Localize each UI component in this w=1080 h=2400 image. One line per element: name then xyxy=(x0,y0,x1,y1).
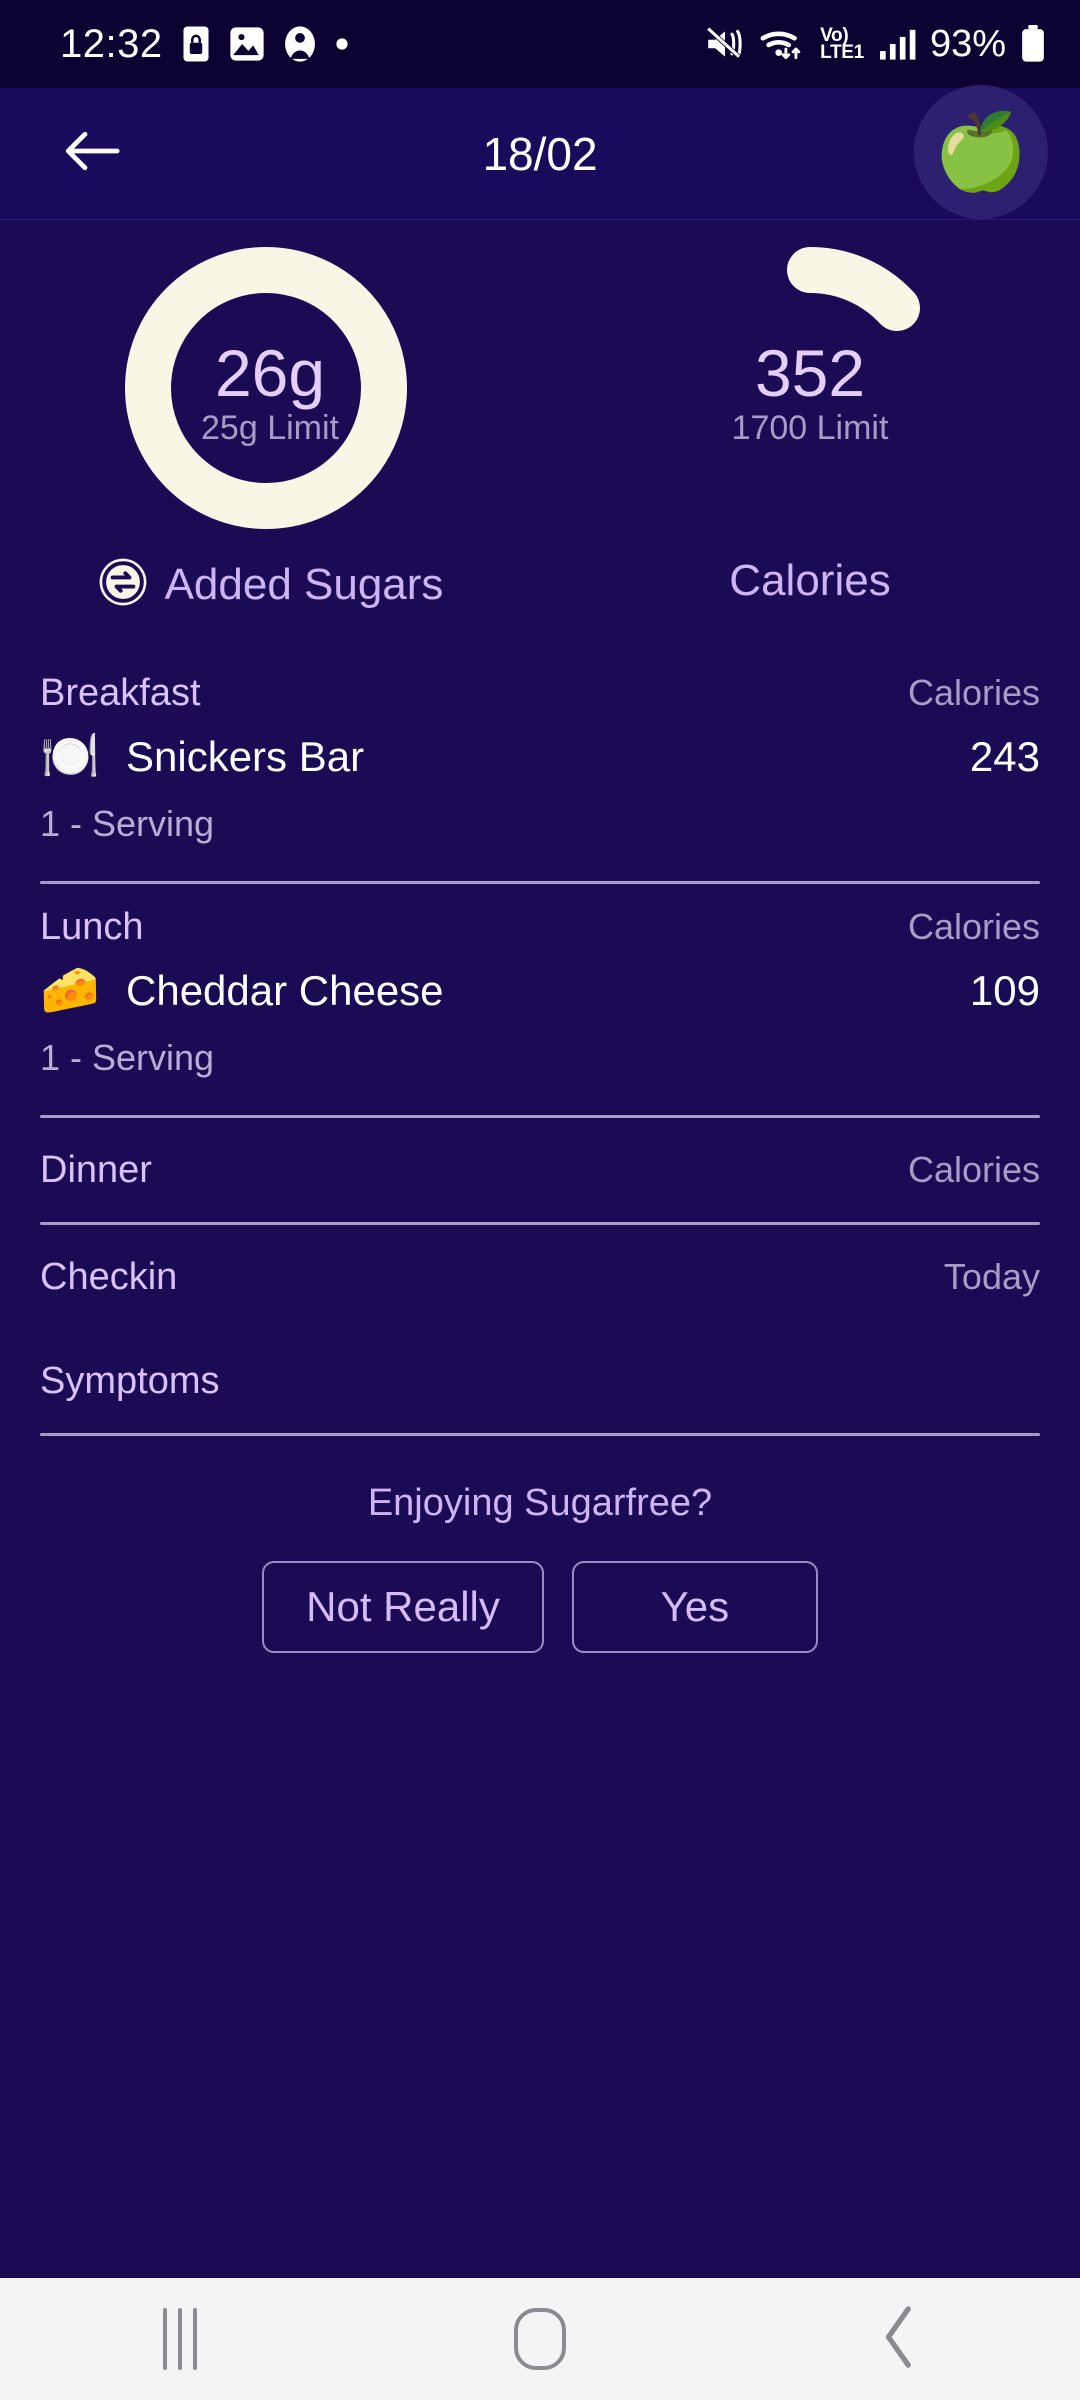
meal-name: Breakfast xyxy=(40,672,201,715)
ring-limit: 1700 Limit xyxy=(732,410,889,447)
app-header: 18/02 🍏 xyxy=(0,88,1080,220)
ring-calories[interactable]: 352 1700 Limit Calories xyxy=(540,220,1080,650)
nav-home-button[interactable] xyxy=(450,2289,630,2389)
ring-added-sugars[interactable]: 26g 25g Limit Added Sugars xyxy=(0,220,540,650)
avatar[interactable]: 🍏 xyxy=(914,85,1048,219)
volte-icon: Vo) LTE1 xyxy=(820,27,864,62)
row-label: Symptoms xyxy=(40,1360,219,1403)
ring-value: 352 xyxy=(755,339,865,408)
nav-back-button[interactable] xyxy=(810,2289,990,2389)
app-root: 12:32 xyxy=(0,0,1080,2400)
food-item-row[interactable]: 🧀 Cheddar Cheese 109 xyxy=(40,967,1040,1015)
feedback-positive-button[interactable]: Yes xyxy=(572,1561,818,1653)
meal-name: Lunch xyxy=(40,906,144,949)
image-icon xyxy=(229,26,265,62)
ring-added-sugars-center: 26g 25g Limit xyxy=(100,238,440,548)
wifi-icon xyxy=(760,26,806,62)
back-button[interactable] xyxy=(50,112,134,196)
feedback-question: Enjoying Sugarfree? xyxy=(40,1482,1040,1525)
nav-recents-button[interactable] xyxy=(90,2289,270,2389)
status-clock: 12:32 xyxy=(60,22,163,67)
mute-icon xyxy=(704,27,746,61)
status-bar-left: 12:32 xyxy=(60,22,349,67)
account-icon xyxy=(283,25,317,63)
meal-header: Breakfast Calories xyxy=(40,672,1040,715)
android-nav-bar xyxy=(0,2278,1080,2400)
calories-header: Calories xyxy=(908,906,1040,948)
calories-header: Calories xyxy=(908,1149,1040,1191)
apple-emoji-icon: 🍏 xyxy=(934,114,1029,190)
meal-name: Dinner xyxy=(40,1149,152,1192)
meal-list: Breakfast Calories 🍽️ Snickers Bar 243 1… xyxy=(0,650,1080,2278)
ring-value: 26g xyxy=(215,339,325,408)
meal-section-lunch[interactable]: Lunch Calories 🧀 Cheddar Cheese 109 1 - … xyxy=(40,884,1040,1118)
food-serving: 1 - Serving xyxy=(40,803,1040,845)
food-calories: 243 xyxy=(970,733,1040,781)
battery-percent: 93% xyxy=(930,23,1006,66)
feedback-prompt: Enjoying Sugarfree? Not Really Yes xyxy=(40,1482,1040,1653)
status-bar-right: Vo) LTE1 93% xyxy=(704,23,1046,66)
ring-label: Calories xyxy=(729,556,890,606)
row-checkin[interactable]: Checkin Today xyxy=(40,1225,1040,1329)
ring-limit: 25g Limit xyxy=(201,410,339,447)
battery-icon xyxy=(1020,25,1046,63)
row-value: Today xyxy=(944,1256,1040,1298)
ring-calories-center: 352 1700 Limit xyxy=(640,238,980,548)
meal-section-breakfast[interactable]: Breakfast Calories 🍽️ Snickers Bar 243 1… xyxy=(40,650,1040,884)
phone-lock-icon xyxy=(181,25,211,63)
recents-icon xyxy=(163,2308,197,2370)
ring-calories-label-row: Calories xyxy=(729,556,890,606)
back-arrow-icon xyxy=(64,128,120,179)
back-chevron-icon xyxy=(880,2304,920,2375)
row-symptoms[interactable]: Symptoms xyxy=(40,1329,1040,1433)
calories-header: Calories xyxy=(908,672,1040,714)
summary-rings: 26g 25g Limit Added Sugars xyxy=(0,220,1080,650)
food-name: Snickers Bar xyxy=(126,733,364,781)
feedback-buttons: Not Really Yes xyxy=(40,1561,1040,1653)
divider xyxy=(40,1433,1040,1436)
food-item-row[interactable]: 🍽️ Snickers Bar 243 xyxy=(40,733,1040,781)
meal-header: Lunch Calories xyxy=(40,906,1040,949)
plate-emoji-icon: 🍽️ xyxy=(40,733,126,781)
swap-icon xyxy=(97,556,149,613)
home-icon xyxy=(514,2308,566,2370)
volte-bottom-label: LTE1 xyxy=(820,44,864,61)
feedback-negative-button[interactable]: Not Really xyxy=(262,1561,544,1653)
ring-added-sugars-label-row: Added Sugars xyxy=(97,556,444,613)
ring-calories-graphic: 352 1700 Limit xyxy=(640,238,980,548)
food-calories: 109 xyxy=(970,967,1040,1015)
signal-icon xyxy=(878,27,916,61)
food-serving: 1 - Serving xyxy=(40,1037,1040,1079)
food-name: Cheddar Cheese xyxy=(126,967,444,1015)
status-bar: 12:32 xyxy=(0,0,1080,88)
ring-label: Added Sugars xyxy=(165,560,444,610)
cheese-emoji-icon: 🧀 xyxy=(40,967,126,1015)
ring-added-sugars-graphic: 26g 25g Limit xyxy=(100,238,440,548)
meal-section-dinner[interactable]: Dinner Calories xyxy=(40,1118,1040,1225)
dot-icon xyxy=(335,37,349,51)
row-label: Checkin xyxy=(40,1256,177,1299)
meal-header: Dinner Calories xyxy=(40,1118,1040,1222)
